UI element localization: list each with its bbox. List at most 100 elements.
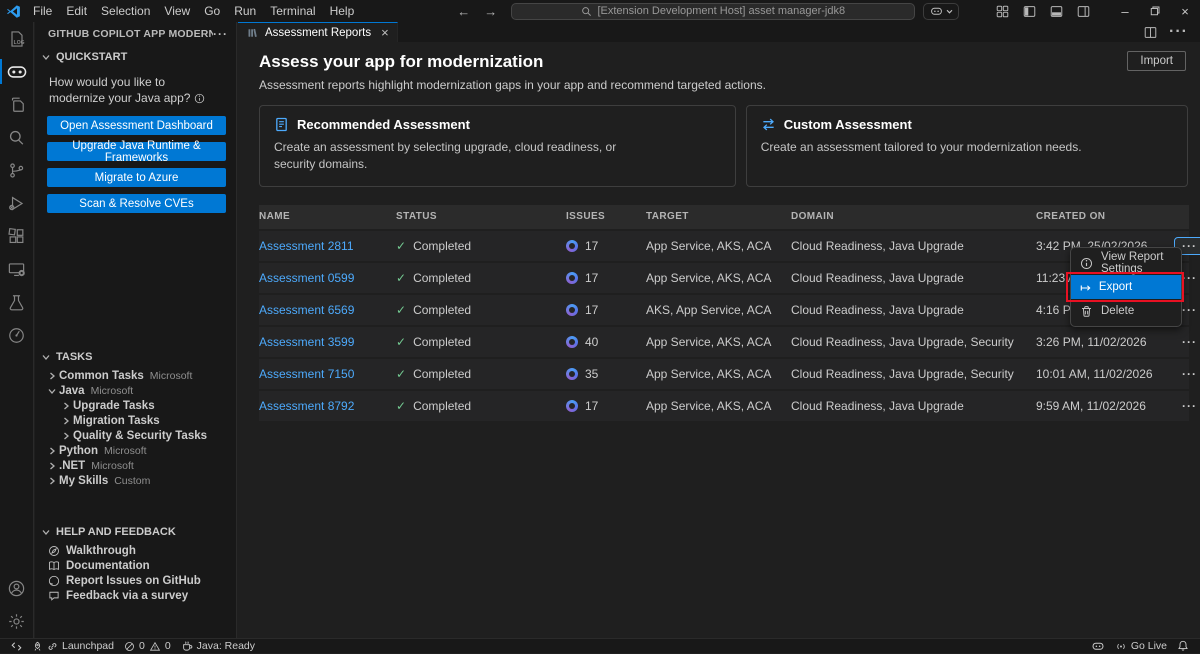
remote-explorer-icon[interactable] bbox=[0, 253, 33, 286]
tree-item-label: Quality & Security Tasks bbox=[73, 430, 207, 442]
assessment-link[interactable]: Assessment 0599 bbox=[259, 271, 396, 285]
menu-run[interactable]: Run bbox=[227, 2, 263, 20]
help-section-header[interactable]: HELP AND FEEDBACK bbox=[35, 521, 236, 543]
row-actions-button[interactable]: ··· bbox=[1174, 397, 1200, 415]
col-status: STATUS bbox=[396, 211, 566, 222]
menu-selection[interactable]: Selection bbox=[94, 2, 157, 20]
scan-resolve-cves-button[interactable]: Scan & Resolve CVEs bbox=[47, 194, 226, 213]
menu-item-view-report-settings[interactable]: View Report Settings bbox=[1071, 251, 1181, 275]
help-item-report-issues[interactable]: Report Issues on GitHub bbox=[35, 573, 236, 588]
split-editor-icon[interactable] bbox=[1144, 26, 1157, 39]
tree-item-python[interactable]: Python Microsoft bbox=[35, 443, 236, 458]
launchpad-status-item[interactable]: Launchpad bbox=[27, 639, 119, 654]
tree-item-label: Python bbox=[59, 445, 98, 457]
menu-help[interactable]: Help bbox=[323, 2, 362, 20]
remote-indicator[interactable] bbox=[6, 639, 27, 654]
quickstart-section: QUICKSTART How would you like to moderni… bbox=[35, 46, 236, 213]
problems-status-item[interactable]: 0 0 bbox=[119, 639, 176, 654]
custom-assessment-card[interactable]: Custom Assessment Create an assessment t… bbox=[746, 105, 1188, 187]
col-issues: ISSUES bbox=[566, 211, 646, 222]
migrate-to-azure-button[interactable]: Migrate to Azure bbox=[47, 168, 226, 187]
assessment-link[interactable]: Assessment 3599 bbox=[259, 335, 396, 349]
tree-item-upgrade-tasks[interactable]: Upgrade Tasks bbox=[35, 398, 236, 413]
error-icon bbox=[124, 641, 135, 652]
sidebar-more-actions-icon[interactable]: ··· bbox=[213, 27, 228, 41]
check-icon: ✓ bbox=[396, 239, 406, 253]
menu-edit[interactable]: Edit bbox=[59, 2, 94, 20]
menu-go[interactable]: Go bbox=[197, 2, 227, 20]
domain-text: Cloud Readiness, Java Upgrade, Security bbox=[791, 367, 1036, 381]
tree-item-badge: Microsoft bbox=[104, 445, 147, 457]
tree-item-dotnet[interactable]: .NET Microsoft bbox=[35, 458, 236, 473]
info-icon[interactable] bbox=[194, 93, 205, 104]
java-status-item[interactable]: Java: Ready bbox=[176, 639, 260, 654]
tree-item-migration-tasks[interactable]: Migration Tasks bbox=[35, 413, 236, 428]
row-actions-button[interactable]: ··· bbox=[1174, 365, 1200, 383]
sidebar-header: GITHUB COPILOT APP MODERNIZATION ··· bbox=[35, 22, 236, 46]
book-icon bbox=[48, 560, 60, 572]
history-nav: ← → bbox=[457, 4, 497, 19]
command-center-search[interactable]: [Extension Development Host] asset manag… bbox=[511, 3, 915, 20]
go-live-status-item[interactable]: Go Live bbox=[1110, 639, 1172, 654]
copilot-modernization-icon[interactable] bbox=[0, 55, 33, 88]
testing-beaker-icon[interactable] bbox=[0, 286, 33, 319]
tasks-section: TASKS Common Tasks Microsoft Java Micros… bbox=[35, 346, 236, 488]
source-control-icon[interactable] bbox=[0, 154, 33, 187]
close-window-button[interactable]: × bbox=[1170, 0, 1200, 22]
assessment-link[interactable]: Assessment 8792 bbox=[259, 399, 396, 413]
assessment-link[interactable]: Assessment 7150 bbox=[259, 367, 396, 381]
restore-button[interactable] bbox=[1140, 0, 1170, 22]
menu-terminal[interactable]: Terminal bbox=[263, 2, 322, 20]
tab-close-icon[interactable]: × bbox=[381, 25, 389, 40]
minimize-button[interactable]: – bbox=[1110, 0, 1140, 22]
tree-item-common-tasks[interactable]: Common Tasks Microsoft bbox=[35, 368, 236, 383]
assessment-link[interactable]: Assessment 6569 bbox=[259, 303, 396, 317]
extensions-icon[interactable] bbox=[0, 220, 33, 253]
target-text: App Service, AKS, ACA bbox=[646, 271, 791, 285]
live-preview-icon[interactable] bbox=[0, 319, 33, 352]
tree-item-java[interactable]: Java Microsoft bbox=[35, 383, 236, 398]
toggle-secondary-sidebar-icon[interactable] bbox=[1077, 5, 1090, 18]
tab-assessment-reports[interactable]: Assessment Reports × bbox=[238, 22, 398, 42]
check-icon: ✓ bbox=[396, 399, 406, 413]
help-item-walkthrough[interactable]: Walkthrough bbox=[35, 543, 236, 558]
assessment-link[interactable]: Assessment 2811 bbox=[259, 239, 396, 253]
issues-count: 40 bbox=[585, 335, 598, 349]
menu-item-export[interactable]: ↦ Export bbox=[1071, 275, 1181, 299]
search-view-icon[interactable] bbox=[0, 121, 33, 154]
help-item-feedback-survey[interactable]: Feedback via a survey bbox=[35, 588, 236, 603]
account-icon[interactable] bbox=[0, 572, 33, 605]
run-debug-icon[interactable] bbox=[0, 187, 33, 220]
check-icon: ✓ bbox=[396, 335, 406, 349]
toggle-primary-sidebar-icon[interactable] bbox=[1023, 5, 1036, 18]
menu-file[interactable]: File bbox=[26, 2, 59, 20]
help-item-documentation[interactable]: Documentation bbox=[35, 558, 236, 573]
settings-gear-icon[interactable] bbox=[0, 605, 33, 638]
copilot-chat-button[interactable] bbox=[923, 3, 959, 20]
notifications-status-item[interactable] bbox=[1172, 639, 1194, 654]
recommended-assessment-card[interactable]: Recommended Assessment Create an assessm… bbox=[259, 105, 736, 187]
open-assessment-dashboard-button[interactable]: Open Assessment Dashboard bbox=[47, 116, 226, 135]
menu-item-label: Delete bbox=[1101, 305, 1134, 317]
toggle-panel-icon[interactable] bbox=[1050, 5, 1063, 18]
menu-view[interactable]: View bbox=[157, 2, 197, 20]
menu-item-delete[interactable]: Delete bbox=[1071, 299, 1181, 323]
upgrade-java-runtime-button[interactable]: Upgrade Java Runtime & Frameworks bbox=[47, 142, 226, 161]
tree-item-my-skills[interactable]: My Skills Custom bbox=[35, 473, 236, 488]
tasks-section-header[interactable]: TASKS bbox=[35, 346, 236, 368]
tree-item-quality-security-tasks[interactable]: Quality & Security Tasks bbox=[35, 428, 236, 443]
quickstart-section-header[interactable]: QUICKSTART bbox=[35, 46, 236, 68]
back-arrow-icon[interactable]: ← bbox=[457, 4, 470, 19]
assessment-reports-page: Assess your app for modernization Assess… bbox=[238, 42, 1200, 638]
forward-arrow-icon[interactable]: → bbox=[484, 4, 497, 19]
more-actions-icon[interactable]: ··· bbox=[1169, 23, 1188, 41]
menu-item-label: Export bbox=[1099, 281, 1132, 293]
chevron-down-icon bbox=[39, 350, 53, 364]
explorer-icon[interactable] bbox=[0, 88, 33, 121]
customize-layout-icon[interactable] bbox=[996, 5, 1009, 18]
created-on-text: 10:01 AM, 11/02/2026 bbox=[1036, 367, 1166, 381]
log-view-icon[interactable]: LOG bbox=[0, 22, 33, 55]
import-button[interactable]: Import bbox=[1127, 51, 1186, 71]
row-actions-button[interactable]: ··· bbox=[1174, 333, 1200, 351]
copilot-status-item[interactable] bbox=[1086, 639, 1110, 654]
